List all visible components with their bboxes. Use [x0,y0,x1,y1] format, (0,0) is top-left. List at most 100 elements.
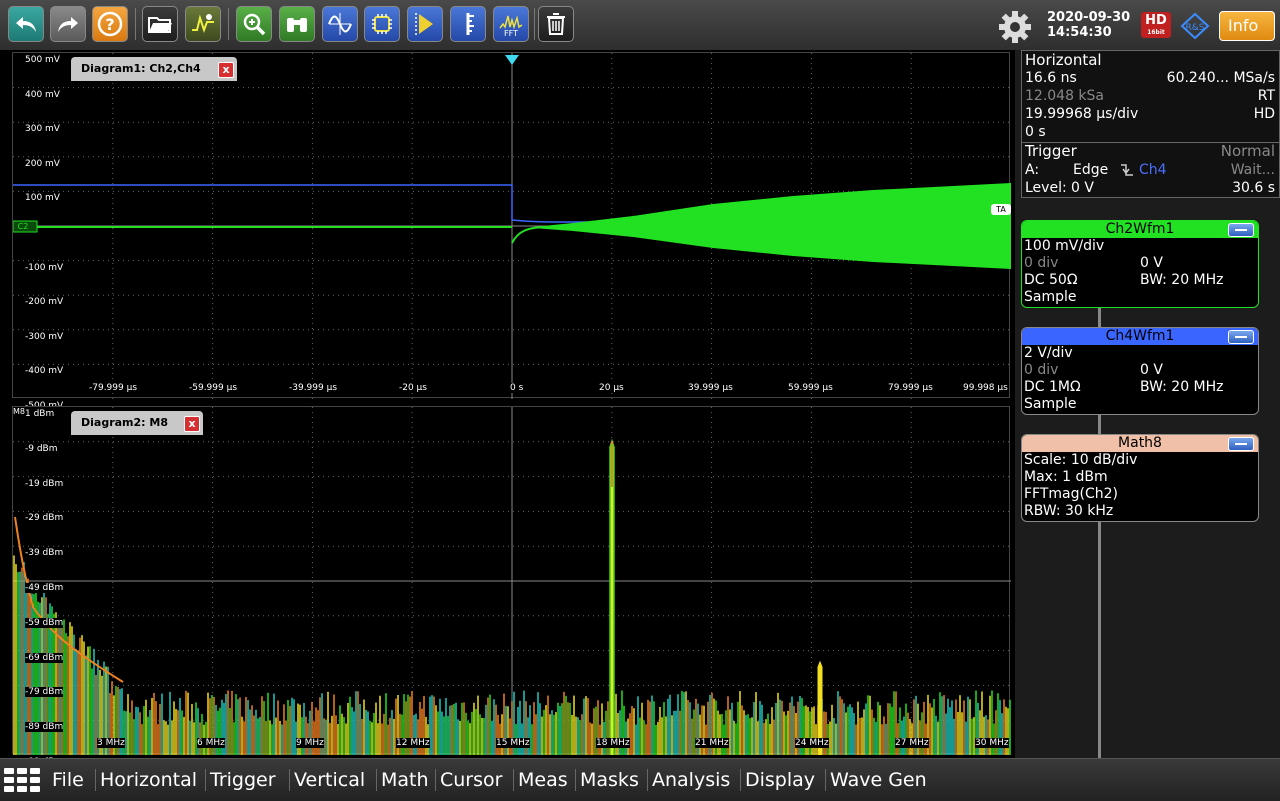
horizontal-trigger-panel[interactable]: Horizontal 16.6 ns 60.240... MSa/s 12.048… [1021,50,1280,198]
ch2-panel[interactable]: Ch2Wfm1 100 mV/div 0 div 0 V DC 50Ω BW: 20… [1021,220,1259,308]
menu-bar: File Horizontal Trigger Vertical Math Cursor M… [0,758,1280,801]
menu-separator [376,769,377,791]
y-tick-label: 300 mV [25,124,60,135]
close-icon[interactable]: x [184,416,200,432]
menu-item-display[interactable]: Display [745,769,815,791]
hd-sub: 16bit [1147,29,1165,36]
ch4-title: Ch4Wfm1 [1105,328,1175,344]
x-tick-label: 79.999 µs [888,383,933,393]
fft-icon[interactable]: FFT [493,6,529,42]
menu-item-masks[interactable]: Masks [580,769,639,791]
menu-item-trigger[interactable]: Trigger [210,769,276,791]
menu-item-wave-gen[interactable]: Wave Gen [830,769,927,791]
time: 14:54:30 [1047,25,1112,40]
ch2-bw: BW: 20 MHz [1140,272,1224,288]
acq-mode: RT [1257,88,1275,104]
diagram1-title[interactable]: Diagram1: Ch2,Ch4 [71,57,237,81]
ch4-offset-row: 0 div 0 V [1022,362,1258,379]
hd-mode: HD [1253,106,1275,122]
menu-separator [205,769,206,791]
y-tick-label: -300 mV [25,331,64,342]
diagram2[interactable]: Diagram2: M8 x M8 1 dBm -9 dBm -19 dBm -29 … [12,406,1011,767]
menu-separator [513,769,514,791]
x-tick-label: 99.998 µs [963,383,1008,393]
math8-func: FFTmag(Ch2) [1024,486,1118,502]
x-tick-label: 0 s [510,383,524,393]
help-icon[interactable]: ? [92,6,128,42]
menu-separator [740,769,741,791]
x-tick-label: 18 MHz [596,738,630,748]
trigger-level-label: Level: [1025,180,1067,196]
hd-badge: HD 16bit [1141,12,1171,38]
minimize-icon[interactable] [1228,330,1254,344]
ch2-oscillation [533,183,1011,269]
menu-item-analysis[interactable]: Analysis [652,769,730,791]
trigger-title: Trigger [1025,142,1077,160]
minimize-icon[interactable] [1228,437,1254,451]
open-file-icon[interactable] [142,6,178,42]
sample-rate: 60.240... MSa/s [1166,70,1275,86]
ch2-header[interactable]: Ch2Wfm1 [1022,221,1258,238]
x-tick-label: 21 MHz [695,738,729,748]
diagram2-title-text: Diagram2: M8 [81,416,168,429]
math8-max: Max: 1 dBm [1024,469,1108,485]
ch4-coupling-row: DC 1MΩ BW: 20 MHz [1022,379,1258,396]
time-scale: 19.99968 µs/div [1025,106,1139,122]
chip-icon[interactable] [364,6,400,42]
ch2-offset-row: 0 div 0 V [1022,255,1258,272]
math8-rbw: RBW: 30 kHz [1024,503,1114,519]
y-tick-label: -59 dBm [25,617,64,628]
redo-icon[interactable] [50,6,86,42]
x-tick-label: 20 µs [599,383,624,393]
minimize-icon[interactable] [1228,223,1254,237]
ch4-panel[interactable]: Ch4Wfm1 2 V/div 0 div 0 V DC 1MΩ BW: 20 MH… [1021,327,1259,415]
menu-separator [289,769,290,791]
math-wave-icon[interactable] [322,6,358,42]
ch2-title: Ch2Wfm1 [1105,221,1175,237]
gear-icon[interactable] [996,8,1034,46]
trigger-marker-icon [505,55,519,65]
info-button[interactable]: Info [1219,11,1275,41]
menu-item-file[interactable]: File [52,769,84,791]
menu-item-meas[interactable]: Meas [518,769,568,791]
math8-header[interactable]: Math8 [1022,435,1258,452]
diagram1[interactable]: TA C2 Diagram1: Ch2,Ch4 x 500 mV 400 mV 30… [12,52,1011,411]
y-tick-label: -200 mV [25,297,64,308]
m8-corner-label: M8 [13,407,25,416]
y-tick-label: -69 dBm [25,652,64,663]
menu-item-math[interactable]: Math [381,769,429,791]
math8-scale: Scale: 10 dB/div [1024,452,1138,468]
binoculars-icon[interactable] [279,6,315,42]
x-tick-label: 39.999 µs [688,383,733,393]
horizontal-row2: 12.048 kSa RT [1025,87,1275,105]
trigger-source: Ch4 [1139,162,1167,178]
cursor-marker-icon[interactable] [407,6,443,42]
record-length: 12.048 kSa [1025,88,1105,104]
ruler-icon[interactable] [450,6,486,42]
x-tick-label: -20 µs [399,383,427,393]
menu-item-vertical[interactable]: Vertical [294,769,365,791]
y-tick-label: -89 dBm [25,722,64,733]
close-icon[interactable]: x [218,62,234,78]
x-tick-label: -79.999 µs [89,383,138,393]
ch2-coupling-row: DC 50Ω BW: 20 MHz [1022,272,1258,289]
waveform-settings-icon[interactable] [185,6,221,42]
zoom-icon[interactable] [236,6,272,42]
date-time: 2020-09-30 14:54:30 [1047,10,1130,40]
ch4-header[interactable]: Ch4Wfm1 [1022,328,1258,345]
horizontal-row1: 16.6 ns 60.240... MSa/s [1025,69,1275,87]
undo-icon[interactable] [8,6,44,42]
trash-icon[interactable] [538,6,574,42]
horizontal-title: Horizontal [1025,51,1102,69]
y-tick-label: 500 mV [25,55,60,65]
resolution: 16.6 ns [1025,70,1077,86]
fft-label: FFT [504,29,518,38]
y-tick-label: -400 mV [25,366,64,377]
ch4-offset-div: 0 div [1024,362,1059,378]
apps-grid-icon[interactable] [4,768,42,792]
horizontal-position: 0 s [1025,124,1046,140]
menu-item-horizontal[interactable]: Horizontal [100,769,197,791]
menu-item-cursor[interactable]: Cursor [440,769,502,791]
y-tick-label: -29 dBm [25,513,64,524]
math8-panel[interactable]: Math8 Scale: 10 dB/div Max: 1 dBm FFTmag… [1021,434,1259,522]
